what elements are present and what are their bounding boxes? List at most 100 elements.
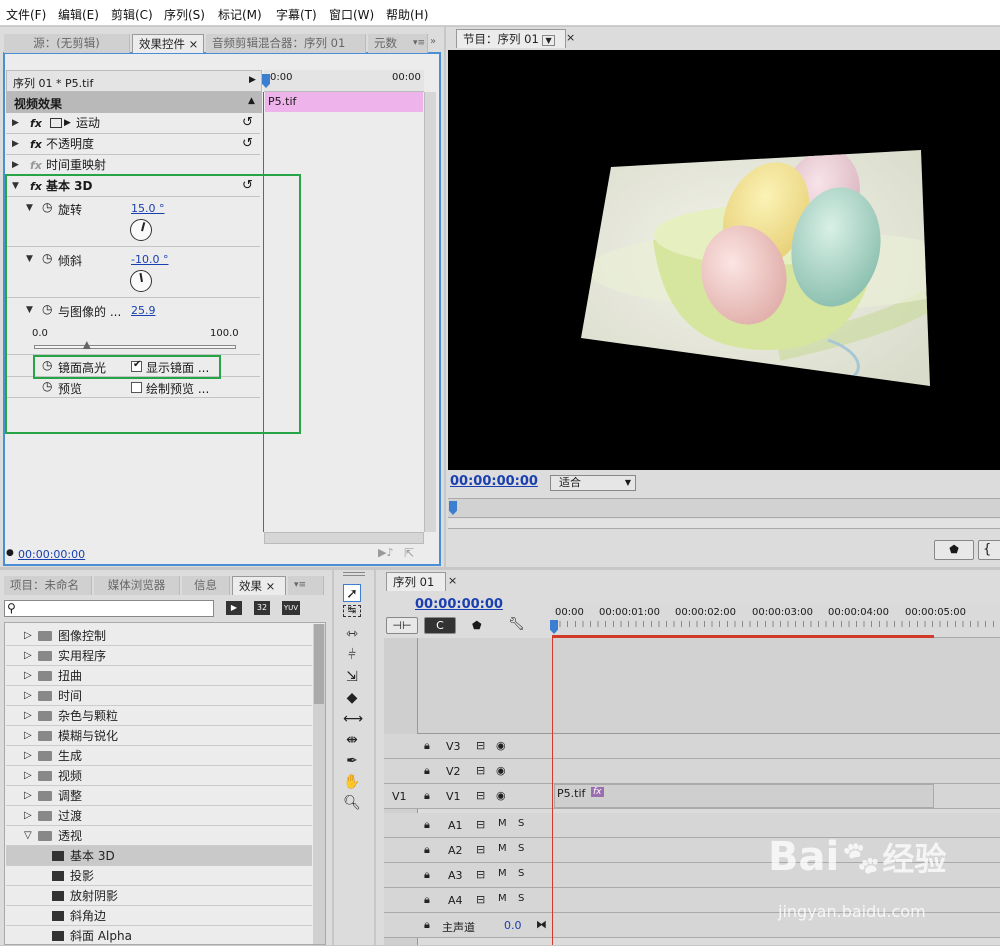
track-label[interactable]: A1 [448,819,463,832]
ec-h-scrollbar[interactable] [264,532,424,544]
add-marker-icon[interactable]: ⬟ [472,619,482,632]
fx-badge-icon[interactable]: fx [591,787,604,797]
selection-tool-icon[interactable]: ➚ [343,584,361,602]
sync-lock-icon[interactable]: ⊟ [476,893,485,906]
linked-selection-button[interactable]: C [424,617,456,634]
ripple-edit-tool-icon[interactable]: ⇿ [343,625,361,643]
lock-icon[interactable]: 🔒︎ [424,843,430,857]
effects-folder-2[interactable]: ▷ 扭曲 [6,666,312,686]
track-select-tool-icon[interactable]: ↹ [343,605,361,617]
dropdown-icon[interactable]: ▼ [542,35,555,46]
collapsed-triangle-icon[interactable]: ▷ [24,686,32,706]
32bit-effects-icon[interactable]: 32 [254,601,270,615]
effects-folder-10[interactable]: ▽ 透视 [6,826,312,846]
program-time-ruler[interactable] [448,498,1000,518]
zoom-tool-icon[interactable]: 🔍︎ [343,794,361,812]
menu-file[interactable]: 文件(F) [6,6,46,23]
tab-program[interactable]: 节目：序列 01 ▼ [456,29,566,48]
timeline-clip[interactable]: P5.tif fx [554,784,934,808]
lock-icon[interactable]: 🔒︎ [424,739,430,753]
close-icon[interactable]: × [448,574,457,587]
menu-title[interactable]: 字幕(T) [276,6,317,23]
panel-overflow-icon[interactable]: » [430,36,436,47]
track-label[interactable]: A3 [448,869,463,882]
mute-button[interactable]: M [498,818,507,829]
mute-button[interactable]: M [498,843,507,854]
effects-folder-7[interactable]: ▷ 视频 [6,766,312,786]
sync-lock-icon[interactable]: ⊟ [476,764,485,777]
effects-folder-9[interactable]: ▷ 过渡 [6,806,312,826]
solo-button[interactable]: S [518,893,524,904]
effect-row-opacity[interactable]: ▶ fx 不透明度 ↺ [6,134,260,155]
solo-button[interactable]: S [518,868,524,879]
lock-icon[interactable]: 🔒︎ [424,818,430,832]
timeline-timecode[interactable]: 00:00:00:00 [415,597,503,612]
tab-media-browser[interactable]: 媒体浏览器 [94,576,180,595]
collapsed-triangle-icon[interactable]: ▷ [24,626,32,646]
effects-folder-8[interactable]: ▷ 调整 [6,786,312,806]
effects-scrollbar[interactable] [313,624,325,944]
mark-in-button[interactable]: { [978,540,1000,560]
timeline-ruler[interactable]: 00:00 00:00:01:00 00:00:02:00 00:00:03:0… [550,604,1000,638]
program-zoom-bar[interactable] [448,519,1000,529]
sync-lock-icon[interactable]: ⊟ [476,868,485,881]
add-marker-button[interactable]: ⬟ [934,540,974,560]
track-label[interactable]: V3 [446,740,461,753]
close-icon[interactable]: × [566,31,575,44]
lock-icon[interactable]: 🔒︎ [424,764,430,778]
ec-scrollbar[interactable] [424,92,436,532]
sync-lock-icon[interactable]: ⊟ [476,818,485,831]
collapsed-triangle-icon[interactable]: ▷ [24,766,32,786]
ec-timecode[interactable]: 00:00:00:00 [18,548,85,561]
close-icon[interactable]: × [189,37,199,51]
expanded-triangle-icon[interactable]: ▽ [24,826,32,846]
track-label[interactable]: V1 [446,790,461,803]
video-track-V1[interactable]: V1 🔒︎ V1 ⊟ ◉ P5.tif fx [384,784,1000,809]
collapsed-triangle-icon[interactable]: ▷ [24,666,32,686]
track-label[interactable]: V2 [446,765,461,778]
ec-export-icon[interactable]: ⇱ [404,546,414,560]
panel-menu-icon[interactable]: ▾≡ [288,576,324,595]
fx-icon[interactable]: fx [30,113,42,134]
menu-clip[interactable]: 剪辑(C) [111,6,153,23]
eye-icon[interactable]: ◉ [496,764,506,777]
effect-item-1[interactable]: 投影 [6,866,312,886]
program-timecode[interactable]: 00:00:00:00 [450,474,538,489]
effects-folder-6[interactable]: ▷ 生成 [6,746,312,766]
tab-sequence[interactable]: 序列 01 [386,572,446,591]
motion-transform-icon[interactable] [50,118,62,128]
effects-folder-5[interactable]: ▷ 模糊与锐化 [6,726,312,746]
rolling-edit-tool-icon[interactable]: ⫩ [343,646,361,664]
effects-folder-4[interactable]: ▷ 杂色与颗粒 [6,706,312,726]
slip-tool-icon[interactable]: ⟷ [343,710,363,728]
video-track-V2[interactable]: 🔒︎ V2 ⊟ ◉ [384,759,1000,784]
solo-button[interactable]: S [518,843,524,854]
menu-edit[interactable]: 编辑(E) [58,6,99,23]
razor-tool-icon[interactable]: ◆ [343,689,361,707]
tab-info[interactable]: 信息 [182,576,230,595]
collapsed-triangle-icon[interactable]: ▷ [24,706,32,726]
program-viewer[interactable] [448,50,1000,470]
effects-folder-3[interactable]: ▷ 时间 [6,686,312,706]
expand-triangle-icon[interactable]: ▶ [12,155,19,176]
effect-row-time-remap[interactable]: ▶ fx 时间重映射 [6,155,260,176]
effect-item-3[interactable]: 斜角边 [6,906,312,926]
track-label[interactable]: A4 [448,894,463,907]
tab-project[interactable]: 项目：未命名 [4,576,92,595]
effect-item-0[interactable]: 基本 3D [6,846,312,866]
hand-tool-icon[interactable]: ✋ [343,773,361,791]
yuv-effects-icon[interactable]: YUV [282,601,300,615]
collapse-up-icon[interactable]: ▲ [248,96,255,106]
ec-time-ruler[interactable]: 0:00 00:00 [262,70,424,92]
effects-search-input[interactable]: ⚲ [4,600,214,617]
track-label[interactable]: A2 [448,844,463,857]
solo-button[interactable]: S [518,818,524,829]
video-track-V3[interactable]: 🔒︎ V3 ⊟ ◉ [384,734,1000,759]
expand-triangle-icon[interactable]: ▶ [12,134,19,155]
lock-icon[interactable]: 🔒︎ [424,868,430,882]
collapsed-triangle-icon[interactable]: ▷ [24,806,32,826]
collapsed-triangle-icon[interactable]: ▷ [24,726,32,746]
sync-lock-icon[interactable]: ⊟ [476,843,485,856]
menu-help[interactable]: 帮助(H) [386,6,428,23]
expand-right-icon[interactable]: ▶ [249,75,256,85]
